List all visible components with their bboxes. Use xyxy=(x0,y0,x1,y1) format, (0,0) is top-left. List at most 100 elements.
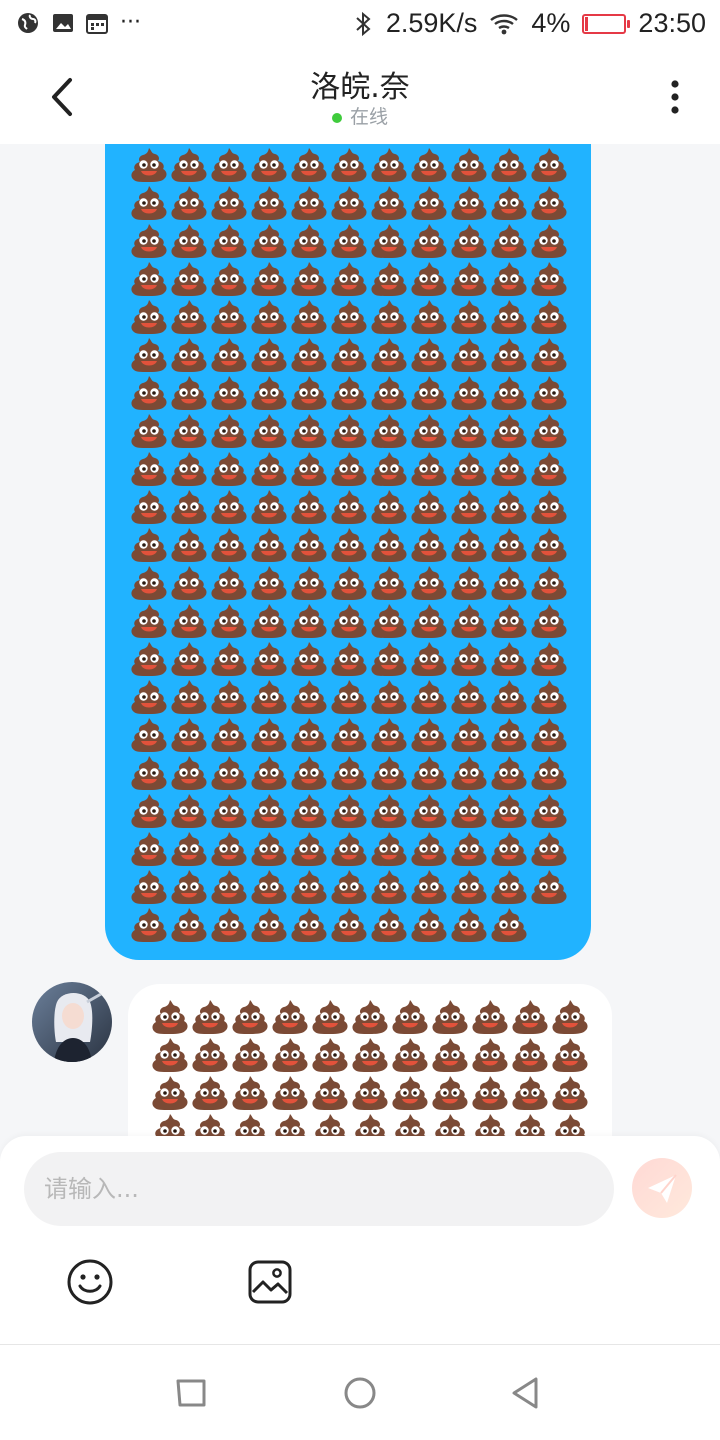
poop-emoji-icon xyxy=(249,184,289,222)
recent-apps-icon[interactable] xyxy=(174,1375,210,1411)
poop-emoji-icon xyxy=(409,146,449,184)
poop-emoji-icon xyxy=(209,754,249,792)
poop-emoji-icon xyxy=(409,640,449,678)
poop-emoji-icon xyxy=(209,336,249,374)
back-icon[interactable] xyxy=(508,1375,544,1411)
poop-emoji-icon xyxy=(489,412,529,450)
poop-emoji-icon xyxy=(449,792,489,830)
poop-emoji-icon xyxy=(470,1036,510,1074)
poop-emoji-icon xyxy=(369,792,409,830)
poop-emoji-icon xyxy=(489,488,529,526)
home-icon[interactable] xyxy=(342,1375,378,1411)
globe-icon xyxy=(18,12,38,33)
poop-emoji-icon xyxy=(289,374,329,412)
more-dots-icon: ··· xyxy=(120,10,141,35)
poop-emoji-icon xyxy=(289,450,329,488)
poop-emoji-icon xyxy=(129,412,169,450)
poop-emoji-icon xyxy=(390,1036,430,1074)
send-button[interactable] xyxy=(632,1158,692,1218)
poop-emoji-icon xyxy=(249,412,289,450)
poop-emoji-icon xyxy=(529,260,569,298)
poop-emoji-icon xyxy=(289,298,329,336)
poop-emoji-icon xyxy=(169,678,209,716)
poop-emoji-icon xyxy=(249,488,289,526)
poop-emoji-icon xyxy=(289,602,329,640)
poop-emoji-icon xyxy=(129,184,169,222)
poop-emoji-icon xyxy=(329,336,369,374)
emoji-icon[interactable] xyxy=(66,1258,114,1306)
poop-emoji-icon xyxy=(190,1036,230,1074)
battery-icon xyxy=(582,13,631,34)
poop-emoji-icon xyxy=(129,146,169,184)
poop-emoji-icon xyxy=(409,792,449,830)
poop-emoji-icon xyxy=(449,488,489,526)
poop-emoji-icon xyxy=(449,868,489,906)
poop-emoji-icon xyxy=(169,412,209,450)
poop-emoji-icon xyxy=(329,754,369,792)
message-bubble-sent[interactable] xyxy=(105,144,591,960)
poop-emoji-icon xyxy=(529,602,569,640)
online-dot-icon xyxy=(331,112,342,123)
poop-emoji-icon xyxy=(289,184,329,222)
poop-emoji-icon xyxy=(249,868,289,906)
poop-emoji-icon xyxy=(329,640,369,678)
chat-area[interactable]: 1 xyxy=(0,144,720,1136)
poop-emoji-icon xyxy=(129,602,169,640)
poop-emoji-icon xyxy=(289,564,329,602)
poop-emoji-icon xyxy=(369,564,409,602)
poop-emoji-icon xyxy=(510,1112,550,1136)
poop-emoji-icon xyxy=(209,374,249,412)
network-speed: 2.59K/s xyxy=(385,8,478,38)
avatar[interactable] xyxy=(32,982,112,1062)
poop-emoji-icon xyxy=(369,374,409,412)
poop-emoji-icon xyxy=(289,830,329,868)
more-options-icon[interactable] xyxy=(660,78,690,118)
poop-emoji-icon xyxy=(369,412,409,450)
poop-emoji-icon xyxy=(409,298,449,336)
poop-emoji-icon xyxy=(470,998,510,1036)
poop-emoji-icon xyxy=(489,754,529,792)
poop-emoji-icon xyxy=(449,678,489,716)
poop-emoji-icon xyxy=(489,640,529,678)
poop-emoji-icon xyxy=(369,678,409,716)
poop-emoji-icon xyxy=(169,792,209,830)
poop-emoji-icon xyxy=(449,754,489,792)
poop-emoji-icon xyxy=(129,678,169,716)
emoji-grid-received xyxy=(150,998,598,1136)
poop-emoji-icon xyxy=(430,1112,470,1136)
poop-emoji-icon xyxy=(489,336,529,374)
poop-emoji-icon xyxy=(550,998,590,1036)
poop-emoji-icon xyxy=(129,298,169,336)
image-icon[interactable] xyxy=(246,1258,294,1306)
poop-emoji-icon xyxy=(329,868,369,906)
emoji-grid-sent xyxy=(129,146,577,944)
poop-emoji-icon xyxy=(209,792,249,830)
message-input[interactable] xyxy=(24,1152,614,1226)
poop-emoji-icon xyxy=(489,260,529,298)
poop-emoji-icon xyxy=(449,374,489,412)
poop-emoji-icon xyxy=(230,998,270,1036)
poop-emoji-icon xyxy=(550,1074,590,1112)
poop-emoji-icon xyxy=(169,298,209,336)
poop-emoji-icon xyxy=(249,602,289,640)
poop-emoji-icon xyxy=(489,526,529,564)
poop-emoji-icon xyxy=(550,1036,590,1074)
poop-emoji-icon xyxy=(270,1036,310,1074)
poop-emoji-icon xyxy=(150,1112,190,1136)
poop-emoji-icon xyxy=(369,450,409,488)
poop-emoji-icon xyxy=(409,602,449,640)
system-navigation-bar xyxy=(0,1345,720,1440)
poop-emoji-icon xyxy=(409,374,449,412)
message-bubble-received[interactable] xyxy=(128,984,612,1136)
poop-emoji-icon xyxy=(529,678,569,716)
poop-emoji-icon xyxy=(529,412,569,450)
poop-emoji-icon xyxy=(169,868,209,906)
input-bar xyxy=(0,1136,720,1346)
poop-emoji-icon xyxy=(369,830,409,868)
poop-emoji-icon xyxy=(169,260,209,298)
poop-emoji-icon xyxy=(529,564,569,602)
poop-emoji-icon xyxy=(390,998,430,1036)
poop-emoji-icon xyxy=(529,640,569,678)
poop-emoji-icon xyxy=(409,260,449,298)
poop-emoji-icon xyxy=(289,716,329,754)
